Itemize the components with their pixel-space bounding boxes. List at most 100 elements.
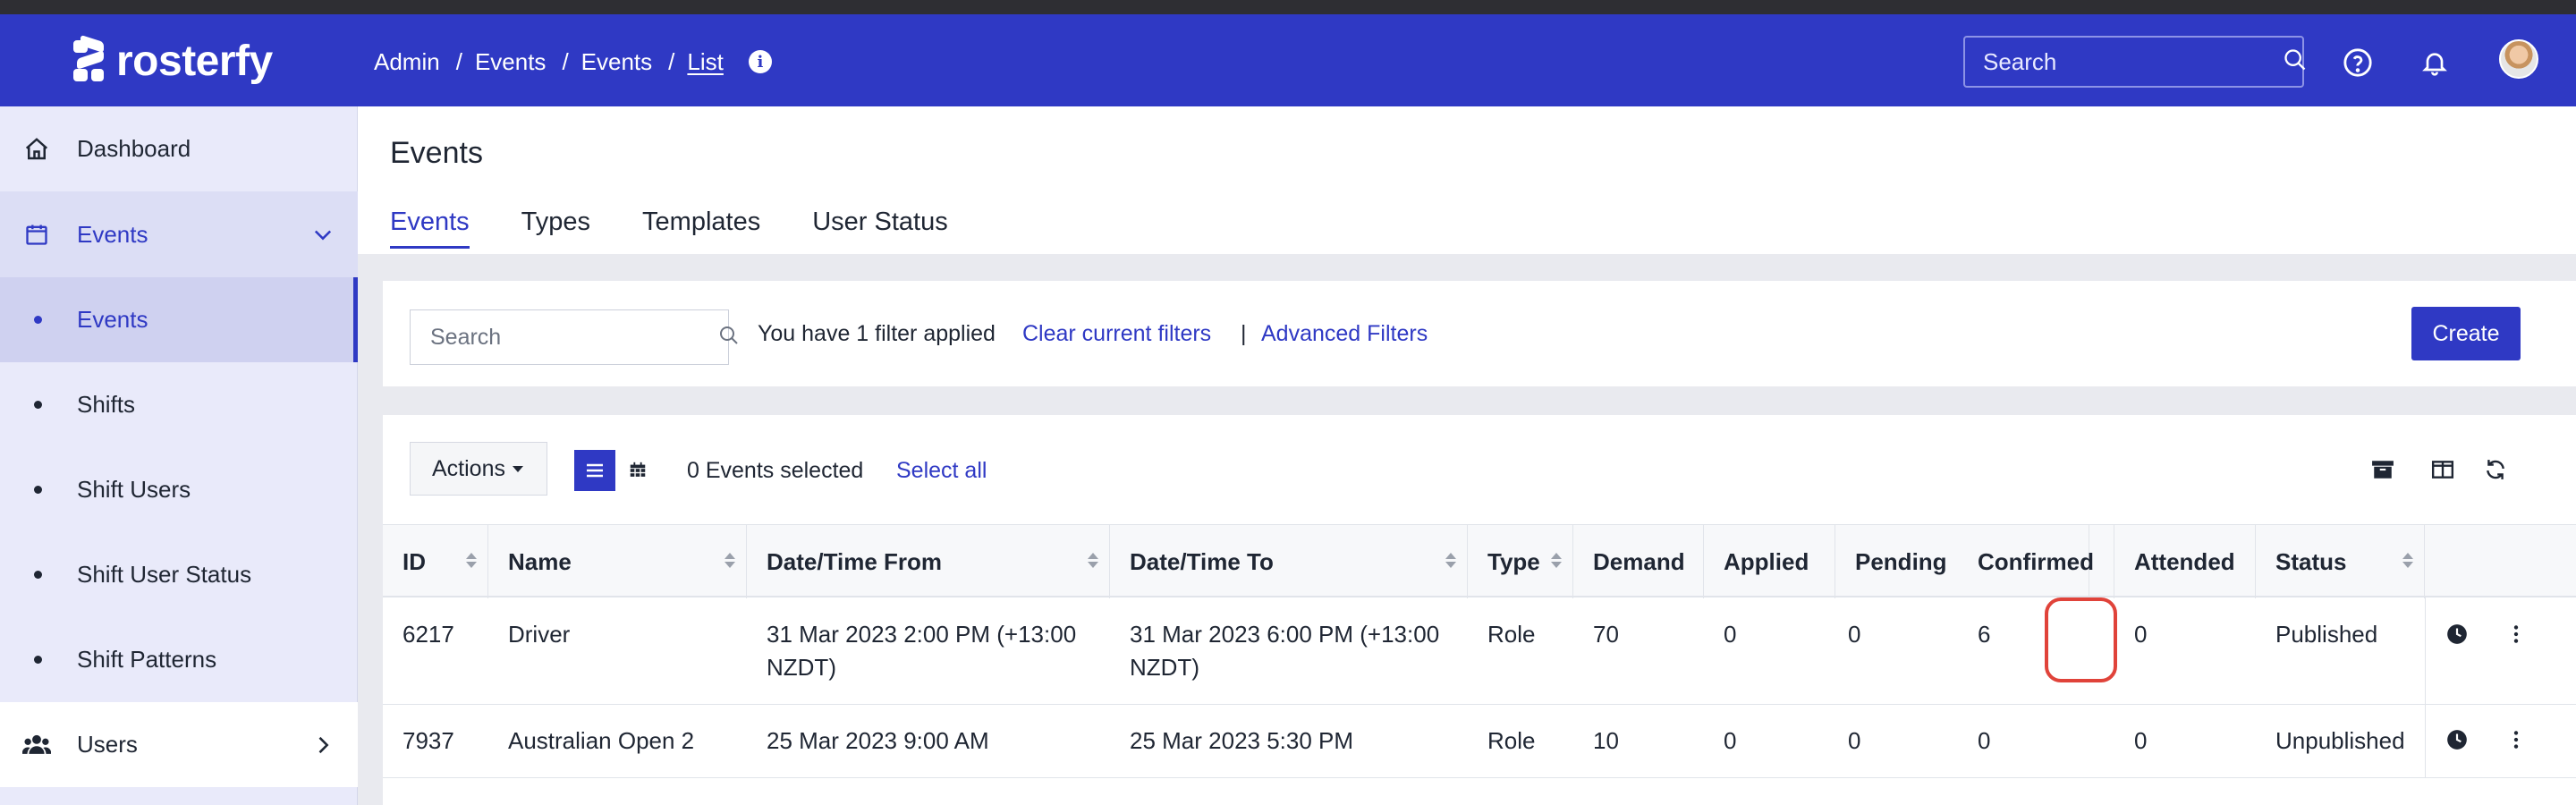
bell-icon[interactable] <box>2419 47 2451 79</box>
global-search-input[interactable] <box>1983 47 2283 76</box>
home-icon <box>21 134 52 165</box>
search-icon[interactable] <box>2283 47 2308 77</box>
tab-types[interactable]: Types <box>521 208 590 249</box>
column-header-attended: Attended <box>2114 525 2256 598</box>
cell-pending: 0 <box>1848 621 1861 648</box>
columns-icon[interactable] <box>2428 454 2458 485</box>
clock-icon[interactable] <box>2445 623 2469 650</box>
column-header-confirmed: Confirmed <box>1958 525 2114 598</box>
cell-name[interactable]: Driver <box>508 618 570 651</box>
column-header-demand: Demand <box>1573 525 1704 598</box>
cell-type: Role <box>1487 621 1536 648</box>
kebab-menu-icon[interactable] <box>2512 728 2521 756</box>
cell-confirmed: 0 <box>1978 727 1991 754</box>
cell-demand: 70 <box>1593 621 1619 648</box>
cell-pending: 0 <box>1848 727 1861 754</box>
tab-bar: Events Types Templates User Status <box>390 208 948 249</box>
events-search-input[interactable] <box>430 324 718 351</box>
rosterfy-logo-icon <box>73 34 107 83</box>
breadcrumb-list[interactable]: List <box>687 48 723 76</box>
clock-icon[interactable] <box>2445 728 2469 756</box>
refresh-icon[interactable] <box>2480 454 2511 485</box>
sort-icon <box>1551 553 1562 568</box>
sidebar-item-shift-user-status[interactable]: Shift User Status <box>0 532 358 617</box>
cell-date-from: 31 Mar 2023 2:00 PM (+13:00 <box>767 621 1077 648</box>
sort-icon <box>724 553 735 568</box>
cell-demand: 10 <box>1593 727 1619 754</box>
sidebar-item-users[interactable]: Users <box>0 702 358 787</box>
users-icon <box>21 730 52 760</box>
bullet-icon <box>34 656 42 664</box>
tab-user-status[interactable]: User Status <box>812 208 948 249</box>
actions-dropdown[interactable]: Actions <box>410 442 547 496</box>
chevron-right-icon <box>308 730 338 760</box>
sidebar: Dashboard Events Events Shifts Shift Use… <box>0 106 358 805</box>
caret-down-icon <box>512 465 523 472</box>
cell-date-to: 31 Mar 2023 6:00 PM (+13:00 <box>1130 621 1440 648</box>
cell-id: 7937 <box>402 727 454 754</box>
sidebar-item-shifts[interactable]: Shifts <box>0 362 358 447</box>
cell-applied: 0 <box>1724 621 1737 648</box>
cell-name[interactable]: Australian Open 2 <box>508 724 694 758</box>
help-icon[interactable] <box>2342 47 2374 79</box>
row-actions <box>2425 597 2576 705</box>
tab-templates[interactable]: Templates <box>642 208 760 249</box>
archive-icon[interactable] <box>2368 454 2398 485</box>
calendar-view-button[interactable] <box>617 450 658 491</box>
sidebar-item-events[interactable]: Events <box>0 277 358 362</box>
breadcrumb-admin[interactable]: Admin <box>374 48 440 76</box>
search-icon[interactable] <box>718 325 740 351</box>
calendar-icon <box>21 219 52 250</box>
advanced-filters-link[interactable]: Advanced Filters <box>1261 321 1428 347</box>
cell-date-to-tz: NZDT) <box>1130 654 1199 681</box>
sidebar-item-events-group[interactable]: Events <box>0 191 358 277</box>
chevron-down-icon <box>308 219 338 250</box>
breadcrumb-events[interactable]: Events <box>475 48 547 76</box>
cell-confirmed: 6 <box>1978 621 1991 648</box>
column-header-name[interactable]: Name <box>488 525 747 598</box>
list-view-button[interactable] <box>574 450 615 491</box>
sidebar-item-shift-users[interactable]: Shift Users <box>0 447 358 532</box>
bullet-icon <box>34 401 42 409</box>
bullet-icon <box>34 571 42 579</box>
column-header-type[interactable]: Type <box>1468 525 1573 598</box>
bullet-icon <box>34 316 42 324</box>
column-header-status[interactable]: Status <box>2256 525 2425 598</box>
clear-filters-link[interactable]: Clear current filters <box>1022 321 1211 347</box>
cell-date-from: 25 Mar 2023 9:00 AM <box>767 727 989 754</box>
filter-panel: You have 1 filter applied Clear current … <box>383 281 2576 386</box>
filter-status-text: You have 1 filter applied <box>758 321 996 346</box>
table-row[interactable]: 7937 Australian Open 2 25 Mar 2023 9:00 … <box>383 705 2576 778</box>
info-icon[interactable]: i <box>748 50 772 73</box>
sidebar-item-dashboard[interactable]: Dashboard <box>0 106 358 191</box>
create-button[interactable]: Create <box>2411 307 2521 360</box>
select-all-link[interactable]: Select all <box>896 458 987 484</box>
cell-attended: 0 <box>2134 621 2148 648</box>
top-navigation-bar: rosterfy Admin / Events / Events / List … <box>0 14 2576 106</box>
cell-date-to: 25 Mar 2023 5:30 PM <box>1130 727 1354 754</box>
table-row[interactable]: 6217 Driver 31 Mar 2023 2:00 PM (+13:00 … <box>383 597 2576 705</box>
cell-date-from-tz: NZDT) <box>767 654 836 681</box>
main-content: Events Events Types Templates User Statu… <box>358 106 2576 805</box>
table-header: ID Name Date/Time From Date/Time To Type… <box>383 524 2576 598</box>
global-search <box>1963 36 2306 88</box>
sort-icon <box>1445 553 1456 568</box>
highlight-annotation <box>2045 597 2117 682</box>
rosterfy-logo[interactable]: rosterfy <box>73 34 273 86</box>
user-avatar[interactable] <box>2499 39 2538 79</box>
column-header-id[interactable]: ID <box>383 525 488 598</box>
tab-events[interactable]: Events <box>390 208 470 249</box>
page-header: Events Events Types Templates User Statu… <box>358 106 2576 254</box>
bullet-icon <box>34 486 42 494</box>
brand-name: rosterfy <box>116 37 273 85</box>
kebab-menu-icon[interactable] <box>2512 623 2521 650</box>
column-header-date-to[interactable]: Date/Time To <box>1110 525 1468 598</box>
cell-status: Unpublished <box>2275 727 2405 754</box>
events-search <box>410 309 738 365</box>
cell-id: 6217 <box>402 621 454 648</box>
sidebar-item-shift-patterns[interactable]: Shift Patterns <box>0 617 358 702</box>
breadcrumb-events-sub[interactable]: Events <box>581 48 653 76</box>
cell-attended: 0 <box>2134 727 2148 754</box>
breadcrumb: Admin / Events / Events / List i <box>374 44 772 80</box>
column-header-date-from[interactable]: Date/Time From <box>747 525 1110 598</box>
